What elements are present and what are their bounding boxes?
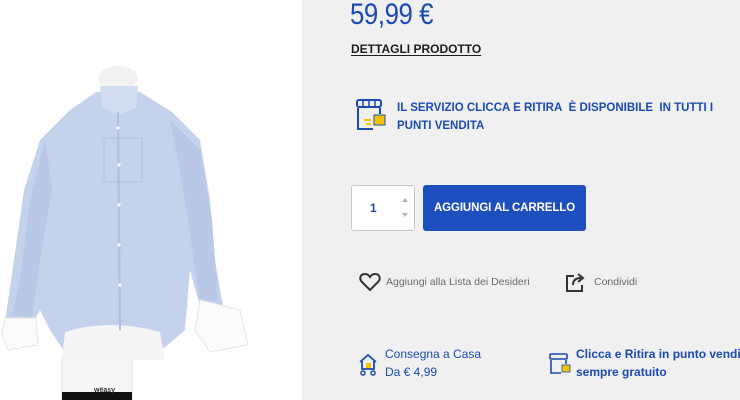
product-details-link[interactable]: DETTAGLI PRODOTTO [351,42,481,56]
heart-icon [359,272,381,292]
wishlist-label: Aggiungi alla Lista dei Desideri [386,276,530,288]
home-delivery-title: Consegna a Casa [385,347,482,361]
wishlist-button[interactable]: Aggiungi alla Lista dei Desideri [359,270,530,294]
shirt-dryer-illustration: wëasy [1,66,249,400]
product-price: 59,99 € [350,0,434,31]
share-label: Condividi [594,276,638,288]
home-delivery-price: Da € 4,99 [385,365,438,379]
add-to-cart-button[interactable]: AGGIUNGI AL CARRELLO [423,185,586,231]
store-pickup-price: sempre gratuito [576,365,667,379]
decrement-arrow-icon[interactable] [402,213,408,217]
share-button[interactable]: Condividi [564,270,637,294]
share-icon [566,273,585,292]
product-image[interactable]: wëasy [0,0,302,400]
increment-arrow-icon[interactable] [402,198,408,202]
home-delivery-icon [359,353,377,376]
brand-logo: wëasy [93,387,115,394]
product-page: wëasy 59,99 € DETTAGLI PRODOTTO IL SERVI… [0,0,740,400]
quantity-stepper[interactable]: 1 [351,185,415,231]
store-box-icon [356,99,386,130]
service-text-part1: IL SERVIZIO CLICCA E RITIRA [397,102,563,114]
store-pickup-title: Clicca e Ritira in punto vendita [576,347,740,361]
pickup-service-notice: IL SERVIZIO CLICCA E RITIRA È DISPONIBIL… [353,96,733,136]
store-pickup-icon [549,353,571,374]
service-text-part2: È DISPONIBILE [568,102,654,114]
quantity-input[interactable]: 1 [370,201,377,215]
service-text: IL SERVIZIO CLICCA E RITIRA È DISPONIBIL… [397,99,733,135]
product-info-panel: 59,99 € DETTAGLI PRODOTTO IL SERVIZIO CL… [302,0,740,400]
